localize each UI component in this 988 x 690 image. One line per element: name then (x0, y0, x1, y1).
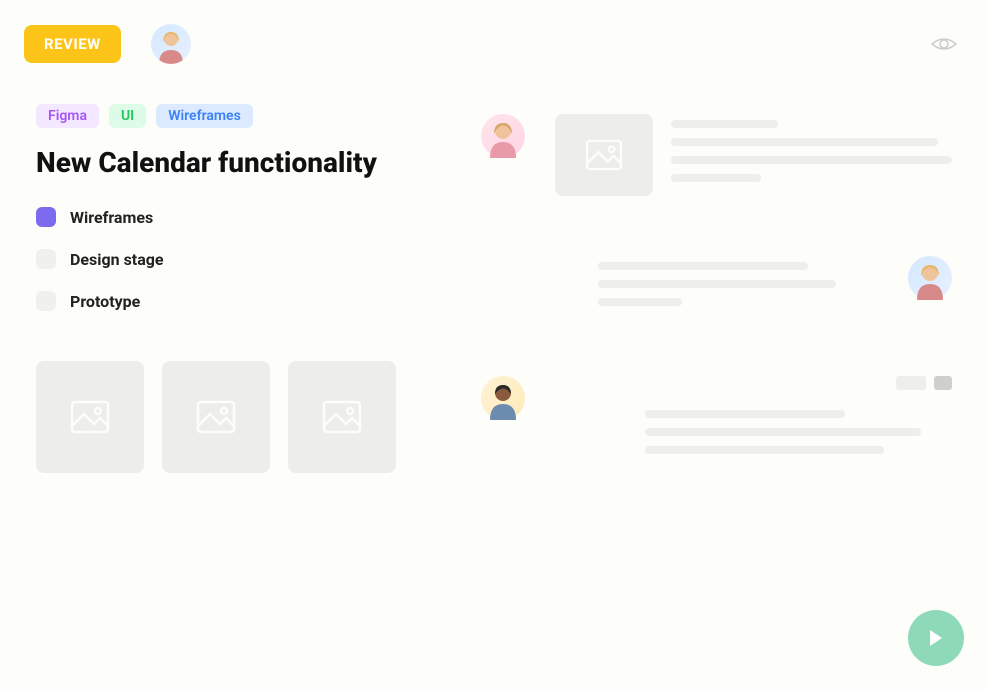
left-column: Figma UI Wireframes New Calendar functio… (36, 104, 421, 524)
meta-pill (896, 376, 926, 390)
feed-meta (555, 376, 952, 390)
image-placeholder-icon (196, 400, 236, 434)
text-line (645, 446, 884, 454)
stage-label: Wireframes (70, 208, 153, 227)
stage-design[interactable]: Design stage (36, 249, 421, 269)
person-avatar-icon (481, 114, 525, 158)
tag-list: Figma UI Wireframes (36, 104, 421, 128)
top-bar: REVIEW (0, 0, 988, 84)
text-line (645, 410, 845, 418)
image-placeholder-icon (585, 139, 623, 171)
text-line (671, 120, 778, 128)
meta-pill (934, 376, 952, 390)
activity-feed (481, 104, 952, 524)
visibility-icon[interactable] (930, 34, 958, 58)
feed-content (555, 114, 952, 196)
thumbnail[interactable] (162, 361, 270, 473)
stage-marker (36, 291, 56, 311)
tag-ui[interactable]: UI (109, 104, 146, 128)
person-avatar-icon (908, 256, 952, 300)
text-line (598, 262, 808, 270)
text-line (671, 156, 952, 164)
feed-text-placeholder (671, 114, 952, 192)
thumbnail[interactable] (36, 361, 144, 473)
stage-marker (36, 249, 56, 269)
image-placeholder-icon (70, 400, 110, 434)
stage-list: Wireframes Design stage Prototype (36, 207, 421, 311)
review-badge: REVIEW (24, 25, 121, 63)
tag-figma[interactable]: Figma (36, 104, 99, 128)
page-title: New Calendar functionality (36, 146, 421, 179)
feed-item (481, 114, 952, 196)
feed-text-placeholder (555, 404, 952, 454)
main-content: Figma UI Wireframes New Calendar functio… (0, 84, 988, 544)
text-line (598, 298, 682, 306)
text-line (645, 428, 921, 436)
play-icon (928, 629, 944, 647)
image-placeholder-icon (322, 400, 362, 434)
thumbnail-row (36, 361, 421, 473)
text-line (671, 174, 761, 182)
stage-label: Prototype (70, 292, 140, 311)
avatar[interactable] (481, 376, 525, 420)
text-line (598, 280, 836, 288)
stage-label: Design stage (70, 250, 164, 269)
feed-text-placeholder (598, 256, 878, 306)
feed-image-placeholder[interactable] (555, 114, 653, 196)
avatar[interactable] (481, 114, 525, 158)
play-fab-button[interactable] (908, 610, 964, 666)
feed-content (555, 376, 952, 464)
text-line (671, 138, 938, 146)
tag-wireframes[interactable]: Wireframes (156, 104, 253, 128)
stage-prototype[interactable]: Prototype (36, 291, 421, 311)
feed-item (481, 256, 952, 316)
stage-wireframes[interactable]: Wireframes (36, 207, 421, 227)
feed-content (598, 256, 878, 316)
person-avatar-icon (151, 24, 191, 64)
avatar[interactable] (908, 256, 952, 300)
person-avatar-icon (481, 376, 525, 420)
stage-marker-active (36, 207, 56, 227)
feed-item (481, 376, 952, 464)
avatar-header[interactable] (151, 24, 191, 64)
thumbnail[interactable] (288, 361, 396, 473)
